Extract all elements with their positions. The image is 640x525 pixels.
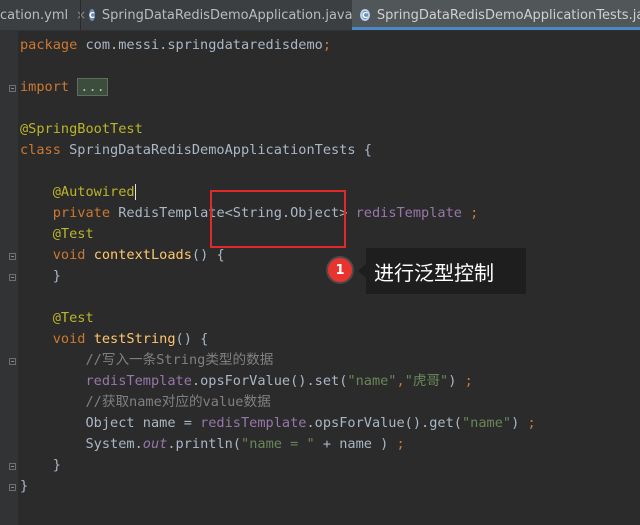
fold-marker-icon[interactable] [9, 484, 16, 491]
code-line: void testString() { [52, 331, 209, 347]
code-line: } [20, 478, 29, 494]
tab-label: cation.yml [0, 7, 69, 23]
code-line: //写入一条String类型的数据 [85, 352, 274, 368]
code-line: Object name = redisTemplate.opsForValue(… [85, 415, 536, 431]
text-cursor [134, 184, 136, 200]
editor-tab-bar: cation.yml × C SpringDataRedisDemoApplic… [0, 0, 640, 31]
code-line: System.out.println("name = " + name ) ; [85, 436, 405, 452]
fold-marker-icon[interactable] [9, 85, 16, 92]
collapsed-imports[interactable]: ... [77, 78, 108, 96]
fold-marker-icon[interactable] [9, 463, 16, 470]
annotation-callout: 进行泛型控制 [358, 248, 526, 294]
code-line: import ... [20, 77, 108, 98]
code-line: redisTemplate.opsForValue().set("name","… [85, 373, 473, 389]
fold-marker-icon[interactable] [9, 253, 16, 260]
code-line: @Test [52, 226, 94, 242]
code-line: package com.messi.springdataredisdemo; [20, 37, 332, 53]
code-editor[interactable]: package com.messi.springdataredisdemo; i… [0, 31, 640, 525]
fold-marker-icon[interactable] [9, 358, 16, 365]
java-class-icon: C [360, 9, 370, 21]
code-line: @SpringBootTest [20, 121, 143, 137]
tab-application-yml[interactable]: cation.yml × [0, 0, 86, 30]
tab-label: SpringDataRedisDemoApplication.java [101, 7, 353, 23]
code-line: } [52, 268, 61, 284]
code-line: //获取name对应的value数据 [85, 394, 271, 410]
java-class-icon: C [89, 9, 95, 21]
tab-springdataredisdemoapplication[interactable]: C SpringDataRedisDemoApplication.java × [80, 0, 371, 30]
tab-label: SpringDataRedisDemoApplicationTests.java [376, 7, 640, 23]
fold-marker-icon[interactable] [9, 274, 16, 281]
code-line: class SpringDataRedisDemoApplicationTest… [20, 142, 372, 158]
code-line: @Autowired [52, 184, 136, 200]
code-line: @Test [52, 310, 94, 326]
code-line: } [52, 457, 61, 473]
code-line: void contextLoads() { [52, 247, 225, 263]
active-tab-indicator [352, 27, 640, 30]
step-badge: 1 [328, 258, 352, 282]
highlight-box [210, 190, 346, 248]
tab-springdataredisdemoapplicationtests[interactable]: C SpringDataRedisDemoApplicationTests.ja… [352, 0, 640, 30]
